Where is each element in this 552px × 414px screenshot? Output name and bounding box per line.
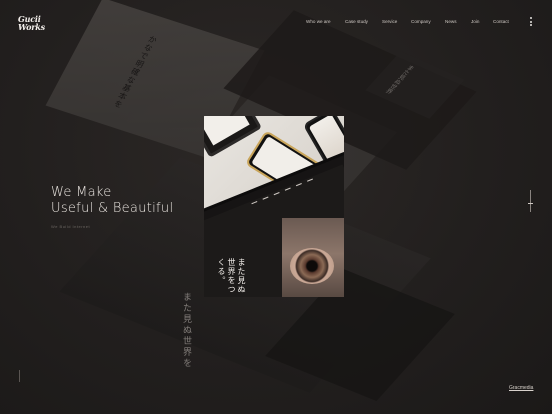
photo-vertical-text: また見ぬ世界をつくる。 [217,258,246,294]
nav-item-contact[interactable]: Contact [493,19,515,24]
photo-credit-link[interactable]: Gracmedia [509,385,533,391]
logo[interactable]: Gucii Works [18,15,52,31]
logo-line2: Works [18,22,45,32]
hero-title: We Make Useful & Beautiful [51,185,173,217]
bg-small-text: また見ぬ世界 [383,63,416,95]
nav-item-join[interactable]: Join [471,19,493,24]
scroll-indicator [19,370,20,382]
slide-indicator-line [530,190,531,212]
photo-eye-image [282,218,344,297]
hero-photo[interactable]: また見ぬ世界をつくる。 [204,116,344,297]
photo-eyeball [290,248,334,284]
hero-subtitle: We Build Internet [51,224,91,229]
main-nav: Who we are Case study Service Company Ne… [306,19,515,24]
slide-indicator-tick[interactable] [528,203,533,204]
hero-title-line1: We Make [51,185,112,200]
bg-vertical-text: また見ぬ世界を [181,292,191,369]
nav-item-news[interactable]: News [445,19,471,24]
bg-paper-text: かなで明確な基本を [111,34,159,110]
page: かなで明確な基本を また見ぬ世界 また見ぬ世界を Gucii Works Who… [0,0,552,414]
nav-item-company[interactable]: Company [411,19,445,24]
more-menu-icon[interactable] [530,17,533,27]
nav-item-case-study[interactable]: Case study [345,19,382,24]
nav-item-who-we-are[interactable]: Who we are [306,19,345,24]
nav-item-service[interactable]: Service [382,19,411,24]
hero-title-line2: Useful & Beautiful [51,201,174,216]
